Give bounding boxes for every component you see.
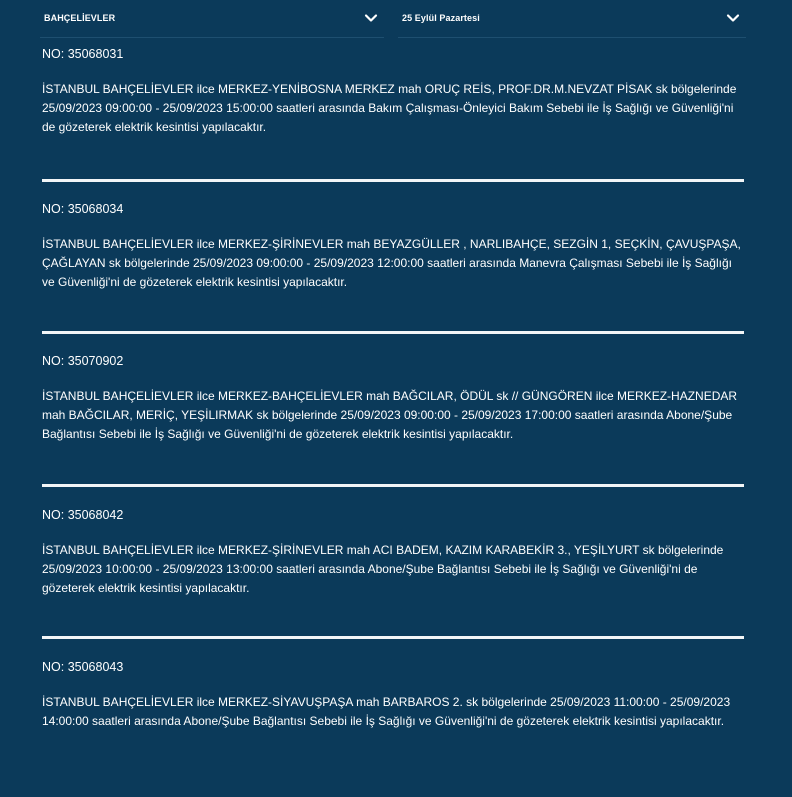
- divider: [42, 179, 744, 182]
- divider: [42, 636, 744, 639]
- filter-bar: BAHÇELİEVLER 25 Eylül Pazartesi: [0, 0, 792, 40]
- district-select-value: BAHÇELİEVLER: [44, 13, 116, 23]
- notice-number: NO: 35068042: [42, 508, 124, 522]
- notice-number: NO: 35068043: [42, 660, 124, 674]
- notice-number: NO: 35068034: [42, 202, 124, 216]
- date-select[interactable]: 25 Eylül Pazartesi: [398, 0, 746, 38]
- notice-text: İSTANBUL BAHÇELİEVLER ilce MERKEZ-ŞİRİNE…: [42, 237, 741, 289]
- district-select[interactable]: BAHÇELİEVLER: [40, 0, 384, 38]
- chevron-down-icon[interactable]: [726, 11, 740, 25]
- notice-text: İSTANBUL BAHÇELİEVLER ilce MERKEZ-BAHÇEL…: [42, 389, 738, 441]
- divider: [42, 331, 744, 334]
- notice-text: İSTANBUL BAHÇELİEVLER ilce MERKEZ-SİYAVU…: [42, 695, 731, 728]
- date-select-value: 25 Eylül Pazartesi: [402, 13, 480, 23]
- notice-text: İSTANBUL BAHÇELİEVLER ilce MERKEZ-YENİBO…: [42, 82, 737, 134]
- notice-number: NO: 35068031: [42, 47, 124, 61]
- chevron-down-icon[interactable]: [364, 11, 378, 25]
- divider: [42, 484, 744, 487]
- notice-text: İSTANBUL BAHÇELİEVLER ilce MERKEZ-ŞİRİNE…: [42, 543, 724, 595]
- notice-number: NO: 35070902: [42, 354, 124, 368]
